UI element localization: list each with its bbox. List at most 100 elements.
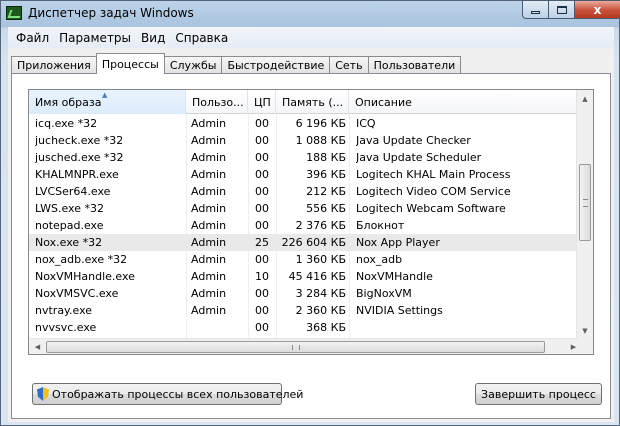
table-row[interactable]: KHALMNPR.exe Admin 00 396 КБ Logitech KHAL M… <box>29 166 582 183</box>
left-arrow-icon: ◀ <box>34 343 41 351</box>
tab[interactable]: Приложения <box>11 56 97 74</box>
column-header[interactable]: Описание <box>349 90 582 114</box>
end-process-label: Завершить процесс <box>481 387 596 401</box>
tab[interactable]: Службы <box>163 56 223 74</box>
process-user: Admin <box>191 270 227 283</box>
table-row[interactable]: notepad.exe Admin 00 2 376 КБ Блокнот <box>29 217 582 234</box>
process-description: Java Update Checker <box>356 134 471 147</box>
process-cpu: 25 <box>255 236 269 249</box>
task-manager-icon <box>6 6 22 20</box>
menu-item[interactable]: Параметры <box>54 31 136 45</box>
scroll-up-button[interactable]: ▲ <box>577 90 593 107</box>
show-all-users-button[interactable]: Отображать процессы всех пользователей <box>32 383 303 405</box>
process-name: Nox.exe *32 <box>35 236 103 249</box>
vertical-scroll-thumb[interactable] <box>579 164 591 241</box>
process-memory: 1 088 КБ <box>295 134 346 147</box>
show-all-users-label: Отображать процессы всех пользователей <box>52 387 304 401</box>
table-row[interactable]: icq.exe *32 Admin 00 6 196 КБ ICQ <box>29 115 582 132</box>
window-title: Диспетчер задач Windows <box>28 6 194 20</box>
process-description: nox_adb <box>356 253 403 266</box>
sort-ascending-icon: ▲ <box>102 91 108 99</box>
process-list[interactable]: Имя образа ▲ Пользо... ЦП Память (... Описани… <box>28 89 594 355</box>
process-memory: 6 196 КБ <box>295 117 346 130</box>
process-name: nox_adb.exe *32 <box>35 253 128 266</box>
process-description: Блокнот <box>356 219 405 232</box>
process-user: Admin <box>191 304 227 317</box>
table-row[interactable]: nox_adb.exe *32 Admin 00 1 360 КБ nox_adb <box>29 251 582 268</box>
tab[interactable]: Сеть <box>329 56 369 74</box>
tab[interactable]: Быстродействие <box>221 56 331 74</box>
scroll-down-button[interactable]: ▼ <box>577 322 593 339</box>
column-header[interactable]: Пользо... <box>186 90 248 114</box>
client-area: Файл Параметры Вид Справка Приложения Процес… <box>8 27 614 422</box>
caption-buttons: x <box>522 0 620 20</box>
process-name: notepad.exe <box>35 219 104 232</box>
uac-shield-icon <box>37 387 49 401</box>
process-user: Admin <box>191 202 227 215</box>
tab[interactable]: Пользователи <box>367 56 462 74</box>
process-memory: 2 360 КБ <box>295 304 346 317</box>
process-cpu: 00 <box>255 321 269 334</box>
table-row[interactable]: nvvsvc.exe 00 368 КБ <box>29 319 582 336</box>
process-user <box>191 319 249 336</box>
table-row[interactable]: Nox.exe *32 Admin 25 226 604 КБ Nox App Play… <box>29 234 582 251</box>
column-header-label: ЦП <box>254 95 271 109</box>
maximize-button[interactable] <box>549 0 575 19</box>
table-row[interactable]: NoxVMSVC.exe Admin 00 3 284 КБ BigNoxVM <box>29 285 582 302</box>
column-header-label: Имя образа <box>35 95 102 109</box>
table-row[interactable]: LWS.exe *32 Admin 00 556 КБ Logitech Webcam … <box>29 200 582 217</box>
process-name: LWS.exe *32 <box>35 202 104 215</box>
column-header[interactable]: ЦП <box>248 90 276 114</box>
maximize-icon <box>556 5 567 14</box>
process-memory: 3 284 КБ <box>295 287 346 300</box>
process-description: ICQ <box>356 117 376 130</box>
process-cpu: 00 <box>255 168 269 181</box>
menu-item[interactable]: Вид <box>136 31 170 45</box>
process-memory: 2 376 КБ <box>295 219 346 232</box>
table-row[interactable]: LVCSer64.exe Admin 00 212 КБ Logitech Video … <box>29 183 582 200</box>
process-cpu: 10 <box>255 270 269 283</box>
process-cpu: 00 <box>255 253 269 266</box>
process-user: Admin <box>191 219 227 232</box>
list-header: Имя образа ▲ Пользо... ЦП Память (... Описани… <box>29 90 582 114</box>
minimize-button[interactable] <box>522 0 549 19</box>
tab[interactable]: Процессы <box>95 53 165 74</box>
process-user: Admin <box>191 151 227 164</box>
process-description <box>356 319 581 336</box>
title-bar[interactable]: Диспетчер задач Windows x <box>1 0 620 27</box>
process-name: nvvsvc.exe <box>35 321 97 334</box>
task-manager-window: Диспетчер задач Windows x Файл Параметры В… <box>0 0 620 426</box>
menu-item[interactable]: Файл <box>11 31 54 45</box>
process-memory: 396 КБ <box>306 168 346 181</box>
table-row[interactable]: nvtray.exe Admin 00 2 360 КБ NVIDIA Settings <box>29 302 582 319</box>
horizontal-scroll-thumb[interactable] <box>46 341 545 353</box>
column-header[interactable]: Имя образа ▲ <box>29 90 186 114</box>
menu-bar: Файл Параметры Вид Справка <box>8 27 614 48</box>
process-memory: 226 604 КБ <box>281 236 346 249</box>
column-header[interactable]: Память (... <box>276 90 349 114</box>
process-memory: 188 КБ <box>306 151 346 164</box>
process-description: Logitech Webcam Software <box>356 202 506 215</box>
down-arrow-icon: ▼ <box>582 326 588 335</box>
horizontal-scrollbar[interactable]: ◀ ▶ <box>29 338 582 354</box>
column-header-label: Описание <box>355 95 412 109</box>
process-cpu: 00 <box>255 304 269 317</box>
table-row[interactable]: NoxVMHandle.exe Admin 10 45 416 КБ NoxVMHand… <box>29 268 582 285</box>
process-memory: 212 КБ <box>306 185 346 198</box>
table-row[interactable]: jusched.exe *32 Admin 00 188 КБ Java Update … <box>29 149 582 166</box>
process-rows: icq.exe *32 Admin 00 6 196 КБ ICQ jucheck.exe… <box>29 115 582 353</box>
process-description: NVIDIA Settings <box>356 304 443 317</box>
process-memory: 556 КБ <box>306 202 346 215</box>
process-cpu: 00 <box>255 117 269 130</box>
menu-item[interactable]: Справка <box>170 31 233 45</box>
table-row[interactable]: jucheck.exe *32 Admin 00 1 088 КБ Java Updat… <box>29 132 582 149</box>
process-user: Admin <box>191 185 227 198</box>
close-button[interactable]: x <box>575 0 620 19</box>
process-name: KHALMNPR.exe <box>35 168 119 181</box>
process-name: jucheck.exe *32 <box>35 134 124 147</box>
tab-strip: Приложения Процессы Службы Быстродействие Се… <box>11 53 462 74</box>
scrollbar-corner <box>576 338 593 354</box>
vertical-scrollbar[interactable]: ▲ ▼ <box>576 90 593 339</box>
scroll-left-button[interactable]: ◀ <box>29 339 46 354</box>
end-process-button[interactable]: Завершить процесс <box>475 383 602 405</box>
